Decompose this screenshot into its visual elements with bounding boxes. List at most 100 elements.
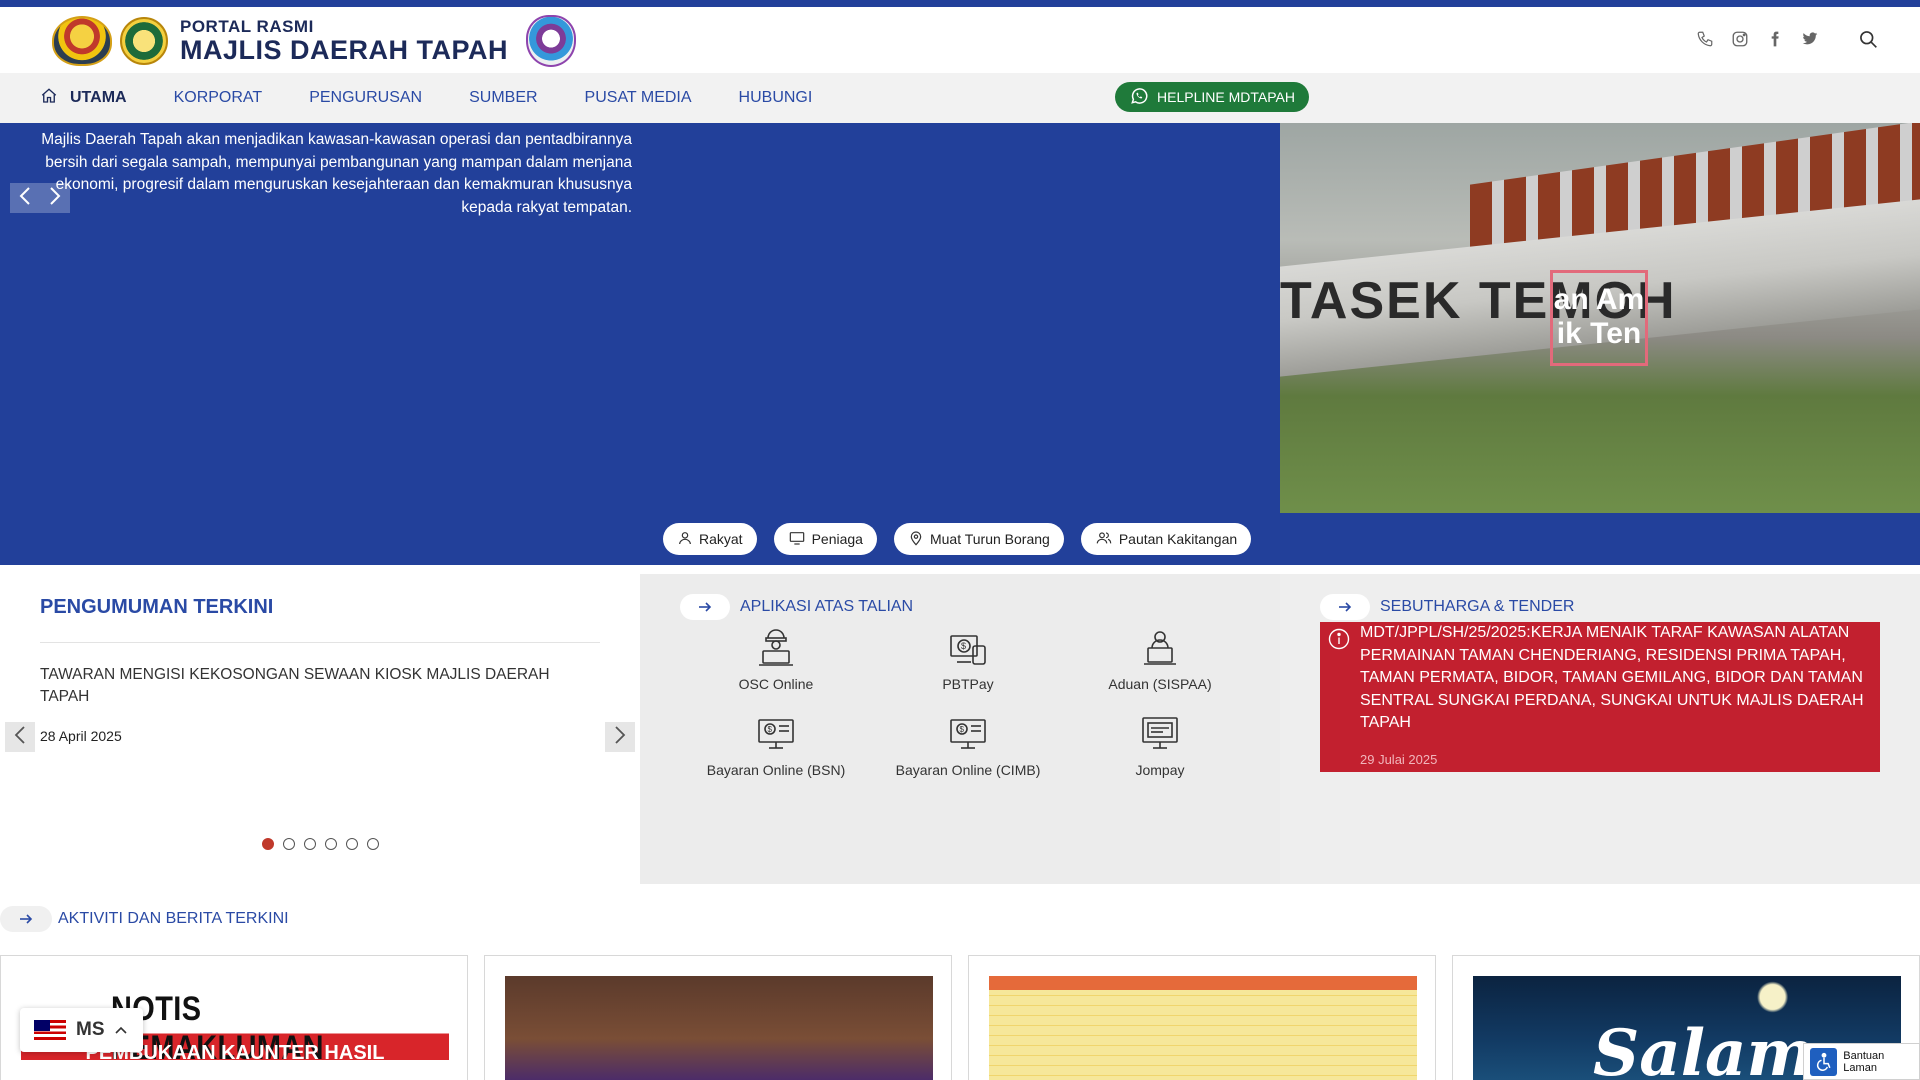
chevron-up-icon	[114, 1021, 127, 1039]
whatsapp-icon	[1129, 86, 1149, 109]
quick-link-peniaga[interactable]: Peniaga	[773, 523, 877, 555]
payment-computer-icon: $	[950, 635, 986, 665]
accessibility-button[interactable]: Bantuan Laman	[1803, 1043, 1920, 1080]
monitor-icon	[788, 530, 806, 549]
logo-text: PORTAL RASMI MAJLIS DAERAH TAPAH	[180, 18, 508, 64]
news-header: AKTIVITI DAN BERITA TERKINI	[0, 906, 289, 932]
announcement-item[interactable]: TAWARAN MENGISI KEKOSONGAN SEWAAN KIOSK …	[40, 664, 580, 708]
quick-link-muat-turun-borang[interactable]: Muat Turun Borang	[893, 523, 1064, 555]
apps-header: APLIKASI ATAS TALIAN	[680, 594, 913, 620]
twitter-icon[interactable]	[1800, 29, 1820, 49]
svg-text:$: $	[960, 725, 965, 734]
nav-item-utama[interactable]: UTAMA	[40, 87, 127, 110]
divider	[40, 642, 600, 643]
chevron-left-icon	[14, 725, 26, 750]
facebook-icon[interactable]	[1765, 29, 1785, 49]
news-card-image	[989, 976, 1417, 1080]
phone-icon[interactable]	[1695, 29, 1715, 49]
news-cards: NOTIS PEMAKLUMAN PEMBUKAAN KAUNTER HASIL…	[0, 955, 1920, 1080]
quick-link-rakyat[interactable]: Rakyat	[663, 523, 757, 555]
nav-item-pengurusan[interactable]: PENGURUSAN	[309, 89, 422, 107]
hero-photo: TASEK TEMOH an Am ik Ten	[1280, 123, 1920, 513]
carousel-dot[interactable]	[283, 838, 295, 850]
top-accent-bar	[0, 0, 1920, 7]
news-title: AKTIVITI DAN BERITA TERKINI	[58, 910, 289, 927]
arrow-right-icon[interactable]	[680, 594, 730, 620]
pill-label: Rakyat	[699, 531, 743, 547]
hero-vision-text: Majlis Daerah Tapah akan menjadikan kawa…	[41, 131, 632, 216]
announcement-prev-button[interactable]	[5, 722, 35, 752]
announcement-date: 28 April 2025	[40, 728, 122, 744]
announcement-next-button[interactable]	[605, 722, 635, 752]
pill-label: Peniaga	[811, 531, 863, 547]
announcement-panel: PENGUMUMAN TERKINI TAWARAN MENGISI KEKOS…	[0, 574, 640, 884]
tender-panel: SEBUTHARGA & TENDER MDT/JPPL/SH/25/2025:…	[1280, 574, 1920, 884]
app-label: Aduan (SISPAA)	[1108, 676, 1212, 692]
search-icon[interactable]	[1858, 29, 1880, 51]
instagram-icon[interactable]	[1730, 29, 1750, 49]
hero-banner: Majlis Daerah Tapah akan menjadikan kawa…	[0, 123, 1920, 565]
nav-item-korporat[interactable]: KORPORAT	[174, 89, 263, 107]
apps-title: APLIKASI ATAS TALIAN	[740, 598, 914, 615]
home-icon	[40, 87, 58, 110]
carousel-dots	[262, 838, 379, 850]
malaysia-flag-icon	[34, 1020, 66, 1040]
app-bayaran-online-cimb[interactable]: $ Bayaran Online (CIMB)	[872, 712, 1064, 778]
language-switcher[interactable]: MS	[20, 1008, 143, 1052]
news-card[interactable]	[968, 955, 1436, 1080]
apps-grid: OSC Online $ PBTPay Aduan (SISPAA) $ Bay…	[680, 626, 1260, 778]
complaint-icon	[1144, 631, 1176, 665]
main-nav: UTAMA KORPORAT PENGURUSAN SUMBER PUSAT M…	[0, 73, 1920, 123]
user-icon	[677, 530, 693, 549]
site-logo[interactable]: PORTAL RASMI MAJLIS DAERAH TAPAH	[52, 15, 577, 67]
quick-links: Rakyat Peniaga Muat Turun Borang Pautan …	[663, 523, 1252, 555]
helpline-label: HELPLINE MDTAPAH	[1157, 89, 1295, 105]
carousel-dot[interactable]	[367, 838, 379, 850]
helpline-button[interactable]: HELPLINE MDTAPAH	[1115, 82, 1309, 112]
location-pin-icon	[908, 530, 924, 549]
app-label: Bayaran Online (CIMB)	[895, 762, 1041, 778]
arrow-right-icon[interactable]	[1320, 594, 1370, 620]
hero-slider-controls	[10, 183, 70, 213]
svg-text:$: $	[768, 725, 773, 734]
carousel-dot[interactable]	[346, 838, 358, 850]
news-card-greeting: Salam	[1593, 1016, 1815, 1080]
logo-title-text: MAJLIS DAERAH TAPAH	[180, 35, 509, 65]
svg-text:$: $	[961, 641, 966, 651]
nav-item-sumber[interactable]: SUMBER	[469, 89, 537, 107]
site-header: PORTAL RASMI MAJLIS DAERAH TAPAH	[0, 7, 1920, 73]
carousel-dot[interactable]	[262, 838, 274, 850]
app-aduan-sispaa[interactable]: Aduan (SISPAA)	[1064, 626, 1256, 692]
arrow-right-icon[interactable]	[0, 906, 52, 932]
engineer-icon	[759, 629, 793, 666]
chevron-right-icon	[614, 725, 626, 750]
wheelchair-icon	[1810, 1047, 1838, 1076]
announcement-title: PENGUMUMAN TERKINI	[40, 596, 274, 618]
carousel-dot[interactable]	[304, 838, 316, 850]
nav-label: UTAMA	[70, 89, 127, 106]
app-label: Bayaran Online (BSN)	[706, 762, 846, 778]
quick-link-pautan-kakitangan[interactable]: Pautan Kakitangan	[1080, 523, 1252, 555]
screen-icon	[1142, 717, 1178, 749]
app-label: PBTPay	[942, 676, 994, 692]
news-card[interactable]	[484, 955, 952, 1080]
news-card-image	[505, 976, 933, 1080]
nav-item-hubungi[interactable]: HUBUNGI	[739, 89, 813, 107]
app-pbtpay[interactable]: $ PBTPay	[872, 626, 1064, 692]
online-payment-icon: $	[950, 719, 986, 749]
chevron-right-icon[interactable]	[48, 186, 62, 211]
mdtapah-seal-logo	[526, 15, 577, 67]
nav-item-pusat-media[interactable]: PUSAT MEDIA	[585, 89, 692, 107]
tender-date: 29 Julai 2025	[1360, 752, 1438, 767]
carousel-dot[interactable]	[325, 838, 337, 850]
app-jompay[interactable]: Jompay	[1064, 712, 1256, 778]
table-header-strip	[989, 976, 1417, 990]
online-payment-icon: $	[758, 719, 794, 749]
tender-title: SEBUTHARGA & TENDER	[1380, 598, 1575, 615]
tender-card[interactable]: MDT/JPPL/SH/25/2025:KERJA MENAIK TARAF K…	[1320, 622, 1880, 772]
tender-text: MDT/JPPL/SH/25/2025:KERJA MENAIK TARAF K…	[1360, 624, 1864, 731]
app-osc-online[interactable]: OSC Online	[680, 626, 872, 692]
chevron-left-icon[interactable]	[18, 186, 32, 211]
malaysia-crest-logo	[52, 16, 112, 66]
app-bayaran-online-bsn[interactable]: $ Bayaran Online (BSN)	[680, 712, 872, 778]
